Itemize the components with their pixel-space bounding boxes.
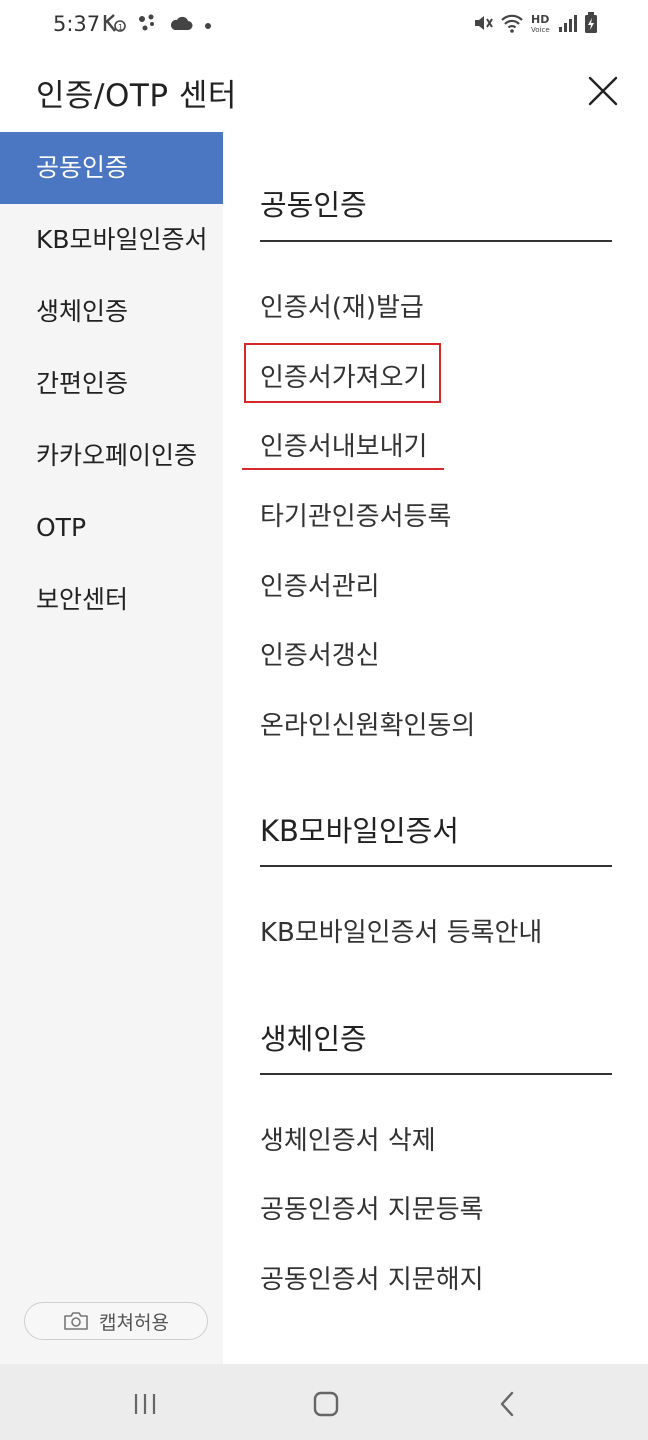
app-header: 인증/OTP 센터	[0, 50, 648, 132]
menu-item-fingerprint-unregister[interactable]: 공동인증서 지문해지	[260, 1259, 484, 1296]
home-button[interactable]	[306, 1384, 346, 1424]
section-title-kb-mobile-cert: KB모바일인증서	[260, 814, 459, 848]
battery-icon	[584, 12, 598, 38]
sidebar-item-simple-auth[interactable]: 간편인증	[0, 348, 223, 420]
close-button[interactable]	[586, 74, 620, 108]
system-nav-bar	[0, 1364, 648, 1440]
section-divider	[260, 1073, 612, 1075]
assistant-dots-icon	[137, 13, 159, 37]
capture-allow-label: 캡쳐허용	[99, 1311, 169, 1334]
svg-text:1: 1	[118, 23, 123, 32]
sidebar-item-kakaopay-auth[interactable]: 카카오페이인증	[0, 420, 223, 492]
sidebar-item-kb-mobile-cert[interactable]: KB모바일인증서	[0, 204, 223, 276]
status-bar: 5:37 1 HD Voice	[0, 0, 648, 50]
status-right-icons: HD Voice	[472, 12, 598, 38]
sidebar-item-public-cert[interactable]: 공동인증	[0, 132, 223, 204]
mute-icon	[472, 12, 494, 38]
sidebar-item-otp[interactable]: OTP	[0, 492, 223, 564]
section-title-biometric: 생체인증	[260, 1022, 367, 1056]
dot-icon	[203, 16, 213, 35]
status-left-icons: 1	[103, 12, 213, 38]
svg-text:HD: HD	[531, 13, 549, 26]
menu-item-cert-export[interactable]: 인증서내보내기	[260, 426, 427, 463]
cloud-icon	[169, 15, 193, 35]
menu-item-other-org-cert-register[interactable]: 타기관인증서등록	[260, 496, 451, 533]
section-divider	[260, 240, 612, 242]
back-button[interactable]	[488, 1384, 528, 1424]
wifi-icon	[500, 13, 524, 37]
section-divider	[260, 865, 612, 867]
content-panel: 공동인증 인증서(재)발급 인증서가져오기 인증서내보내기 타기관인증서등록 인…	[223, 132, 648, 1364]
recent-apps-icon	[134, 1394, 156, 1414]
sidebar: 공동인증 KB모바일인증서 생체인증 간편인증 카카오페이인증 OTP 보안센터…	[0, 132, 223, 1364]
svg-text:Voice: Voice	[531, 26, 550, 34]
back-icon	[500, 1391, 514, 1417]
menu-item-cert-renew[interactable]: 인증서갱신	[260, 635, 380, 672]
menu-item-fingerprint-register[interactable]: 공동인증서 지문등록	[260, 1189, 484, 1226]
k-notification-icon: 1	[103, 12, 127, 38]
page-title: 인증/OTP 센터	[36, 78, 237, 114]
capture-allow-button[interactable]: 캡쳐허용	[24, 1302, 208, 1340]
menu-item-online-identity-consent[interactable]: 온라인신원확인동의	[260, 705, 475, 742]
signal-icon	[558, 13, 578, 37]
section-title-public-cert: 공동인증	[260, 188, 367, 222]
menu-item-biometric-cert-delete[interactable]: 생체인증서 삭제	[260, 1120, 436, 1157]
recent-apps-button[interactable]	[125, 1384, 165, 1424]
menu-item-cert-issue[interactable]: 인증서(재)발급	[260, 287, 424, 324]
close-icon	[588, 76, 618, 106]
menu-item-kb-mobile-cert-guide[interactable]: KB모바일인증서 등록안내	[260, 912, 542, 949]
home-icon	[313, 1391, 339, 1417]
highlight-box	[244, 343, 441, 403]
camera-icon	[64, 1312, 88, 1330]
sidebar-item-biometric[interactable]: 생체인증	[0, 276, 223, 348]
sidebar-item-security-center[interactable]: 보안센터	[0, 564, 223, 636]
menu-item-cert-manage[interactable]: 인증서관리	[260, 566, 380, 603]
hd-voice-icon: HD Voice	[530, 12, 552, 38]
highlight-underline	[242, 468, 444, 470]
status-time: 5:37	[53, 12, 101, 36]
